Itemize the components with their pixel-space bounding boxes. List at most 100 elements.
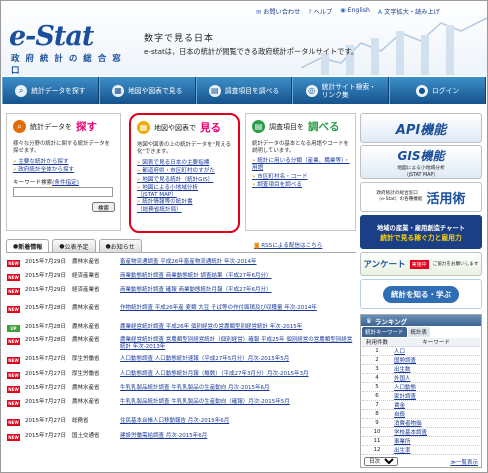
news-title-link[interactable]: 農業経営統計調査 営農類型別経営統計（個別経営）確報 平成25年 個別経営の営農…: [120, 337, 357, 351]
shiru-title: 統計を知る・学ぶ: [383, 285, 459, 303]
link-survey-items[interactable]: 調査項目を調べる: [246, 181, 355, 190]
link-statbook[interactable]: 統計情報等の統計書 （総務省統計局）: [131, 199, 238, 214]
magnifier-icon: ⌕: [13, 120, 26, 133]
logo-subtitle: 政 府 統 計 の 総 合 窓 口: [11, 54, 123, 76]
news-agency: 経済産業省: [72, 287, 100, 293]
search-button[interactable]: 検索: [91, 201, 115, 212]
link-stat-gis[interactable]: 地図で見る統計（統計GIS）: [131, 176, 238, 185]
nav-map-chart[interactable]: ▦ 地図や図表で見る: [98, 77, 196, 104]
english-link[interactable]: ◉ English: [340, 7, 370, 17]
news-agency: 国土交通省: [72, 433, 100, 439]
person-icon: ●: [415, 84, 428, 97]
news-item: NEW 2015年7月29日 農林水産省 畜産物流通調査 平成26年畜産物流通統計 年…: [7, 259, 357, 267]
list-view-label: 一覧表示: [455, 459, 478, 466]
api-banner-title: API機能: [395, 122, 447, 138]
rank-keyword[interactable]: 人口動態: [392, 382, 480, 392]
rank-keyword[interactable]: 人口: [392, 346, 480, 356]
tab-keyword[interactable]: 統計キーワード: [362, 327, 407, 337]
rank-number: 5: [362, 382, 392, 392]
nav-label: 統計サイト検索・ リンク集: [321, 82, 376, 99]
link-prefecture[interactable]: 都道府県・市区町村のすがた: [131, 167, 238, 176]
link-municipality-code[interactable]: 市区町村名・コード: [246, 173, 355, 182]
news-title-link[interactable]: 農業経営統計調査 平成26年 個別経営の営農類型別経営統計 年次-2015年: [120, 324, 357, 332]
news-item: NEW 2015年7月29日 経済産業省 商業動態統計調査 確報 商業動態統計月報（平…: [7, 287, 357, 295]
rank-keyword[interactable]: 外国人: [392, 373, 480, 383]
link-classification[interactable]: 統計に用いる分類（産業、職業等）・用語: [246, 158, 355, 173]
news-agency: 農林水産省: [72, 399, 100, 405]
tab-notices[interactable]: ● お知らせ: [98, 239, 142, 252]
period-select[interactable]: 日次: [364, 457, 398, 466]
list-view-link[interactable]: ≫一覧表示: [450, 458, 478, 466]
news-title-link[interactable]: 牛乳乳製品統計調査 牛乳乳製品の生産動向 月次-2015年6月: [120, 385, 357, 393]
rank-keyword[interactable]: 自殺: [392, 409, 480, 419]
news-title-link[interactable]: 住民基本台帳人口移動報告 月次-2015年6月: [120, 418, 357, 426]
regional-chart-sub: 統計で見る稼ぐ力と雇用力: [380, 233, 462, 242]
news-agency: 厚生労働省: [72, 356, 100, 362]
news-title-link[interactable]: 建設労働需給調査 月次-2015年6月: [120, 433, 357, 441]
ranking-header: ♛ ランキング: [361, 315, 481, 326]
api-banner[interactable]: API機能: [360, 113, 482, 143]
box-description: 統計データの基本となる用語やコードを説明しています。: [252, 141, 349, 155]
shiru-banner[interactable]: 統計を知る・学ぶ: [360, 279, 482, 309]
rank-number: 10: [362, 427, 392, 437]
help-link[interactable]: ? ヘルプ: [308, 7, 332, 17]
news-title-link[interactable]: 人口動態調査 人口動態統計速報（平成27年5月分）月次-2015年5月: [120, 356, 357, 364]
link-jstat-map[interactable]: 地図による小地域分析 （jSTAT MAP）: [131, 185, 238, 200]
tab-new-info[interactable]: ● 新着情報: [6, 239, 50, 252]
enquete-banner[interactable]: アンケート 実施中 ご協力をお願いします: [360, 252, 482, 276]
keyword-help-link[interactable]: (条件指定): [52, 180, 79, 186]
new-badge: UP: [7, 325, 20, 332]
tab-schedule[interactable]: ● 公表予定: [52, 239, 96, 252]
news-date: 2015年7月27日: [25, 433, 66, 439]
rank-number: 6: [362, 391, 392, 401]
nav-login[interactable]: ● ログイン: [389, 77, 486, 104]
news-agency: 経済産業省: [72, 273, 100, 279]
rank-number: 8: [362, 409, 392, 419]
news-tabs: ● 新着情報 ● 公表予定 ● お知らせ: [6, 239, 142, 252]
rank-keyword[interactable]: 学校基本調査: [392, 427, 480, 437]
news-title-link[interactable]: 商業動態統計調査 商業動態統計 調査結果（平成27年6月分）: [120, 273, 357, 281]
news-title-link[interactable]: 商業動態統計調査 確報 商業動態統計月報（平成27年6月分）: [120, 287, 357, 295]
rank-keyword[interactable]: 出生数: [392, 364, 480, 374]
link-major-stats[interactable]: 主要な統計から探す: [7, 158, 120, 167]
rank-keyword[interactable]: 消費者物価: [392, 418, 480, 428]
box-description: 地図や図表の上の統計データを"見える化"できます。: [137, 142, 231, 156]
link-main-indicators[interactable]: 図表で見る日本の主要指標: [131, 159, 238, 168]
gis-banner[interactable]: GIS機能 地図による小地域分析 （jSTAT MAP）: [360, 145, 482, 179]
accessibility-link[interactable]: A 文字拡大・読み上げ: [378, 7, 440, 17]
rank-keyword[interactable]: 出生率: [392, 445, 480, 455]
nav-search-data[interactable]: ⌕ 統計データを探す: [2, 77, 99, 104]
nav-site-search[interactable]: ◎ 統計サイト検索・ リンク集: [292, 77, 390, 104]
new-badge: NEW: [7, 260, 20, 267]
rank-number: 11: [362, 436, 392, 446]
katsuyou-title: 活用術: [426, 191, 466, 207]
survey-items-box: ▤ 調査項目を 調べる 統計データの基本となる用語やコードを説明しています。 統…: [245, 113, 356, 231]
news-title-link[interactable]: 作物統計調査 平成26年産 麦類 大豆 そば等の作付面積及び収穫量 年次-201…: [120, 305, 357, 313]
rank-keyword[interactable]: 賃金: [392, 400, 480, 410]
ranking-row: 12 出生率: [362, 445, 480, 455]
box-title-big: 探す: [76, 121, 97, 133]
tab-stat-table[interactable]: 統計表: [407, 327, 431, 337]
catch-title: 数字で見る日本: [144, 34, 215, 44]
search-data-box: ⌕ 統計データを 探す 様々な分野の統計に関する統計データを探せます。 主要な統…: [6, 113, 121, 231]
tab-label: お知らせ: [110, 243, 135, 251]
rank-number: 1: [362, 346, 392, 356]
news-title-link[interactable]: 畜産物流通調査 平成26年畜産物流通統計 年次-2014年: [120, 259, 357, 267]
rank-keyword[interactable]: 事業所: [392, 436, 480, 446]
news-date: 2015年7月29日: [25, 259, 66, 265]
nav-survey-items[interactable]: ▤ 調査項目を調べる: [195, 77, 293, 104]
mail-icon: ✉: [256, 9, 262, 16]
keyword-search-input[interactable]: [13, 187, 113, 197]
gis-banner-title: GIS機能: [397, 148, 445, 163]
estat-logo[interactable]: e-Stat 政 府 統 計 の 総 合 窓 口: [9, 21, 129, 76]
document-icon: ▤: [252, 120, 265, 133]
rank-keyword[interactable]: 家計調査: [392, 391, 480, 401]
rank-keyword[interactable]: 国勢調査: [392, 355, 480, 365]
link-all-stats[interactable]: 政府統計全体から探す: [7, 166, 120, 175]
contact-link[interactable]: ✉ お問い合わせ: [256, 7, 300, 17]
news-title-link[interactable]: 人口動態調査 人口動態統計月報（概数）（平成27年3月分）月次-2015年3月: [120, 371, 357, 379]
katsuyou-banner[interactable]: 政府統計の総合窓口 （e-Stat）の各種機能 活用術: [360, 182, 482, 212]
news-title-link[interactable]: 牛乳乳製品統計調査 牛乳乳製品の生産動向（確報）月次-2015年5月: [120, 399, 357, 407]
regional-chart-banner[interactable]: 地域の産業・雇用創造チャート 統計で見る稼ぐ力と雇用力: [360, 215, 482, 249]
rss-link[interactable]: ◙ RSSによる配信はこちら: [254, 241, 322, 249]
